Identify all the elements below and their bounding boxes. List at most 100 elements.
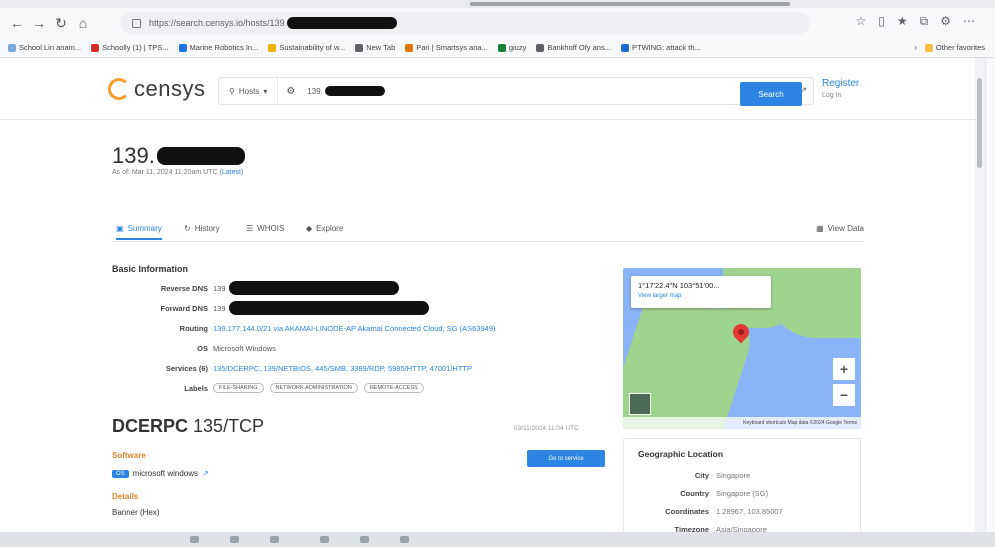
collections-icon[interactable]: ⧉ bbox=[920, 14, 929, 29]
taskbar-app-icon[interactable] bbox=[320, 536, 329, 543]
data-icon: ▦ bbox=[816, 224, 824, 233]
page-scrollbar[interactable] bbox=[975, 58, 985, 532]
scope-select[interactable]: ⚲ Hosts ▾ bbox=[219, 78, 279, 104]
search-input[interactable]: 139. bbox=[303, 86, 385, 96]
address-row: ← → ↻ ⌂ https://search.censys.io/hosts/1… bbox=[0, 8, 995, 38]
taskbar bbox=[0, 532, 995, 547]
map-info-card: 1°17'22.4"N 103°51'00... View larger map bbox=[631, 276, 771, 308]
chevron-right-icon[interactable]: › bbox=[914, 43, 917, 52]
bookmark-label: Marine Robotics In... bbox=[189, 43, 259, 52]
taskbar-app-icon[interactable] bbox=[190, 536, 199, 543]
search-button[interactable]: Search bbox=[740, 82, 802, 106]
taskbar-app-icon[interactable] bbox=[270, 536, 279, 543]
satellite-toggle[interactable] bbox=[629, 393, 651, 415]
country-value: Singapore (SG) bbox=[716, 489, 769, 498]
labels-row: Labels FILE-SHARING NETWORK.ADMINISTRATI… bbox=[112, 381, 602, 395]
bookmark-item[interactable]: Pari | Smartsys ana... bbox=[405, 43, 488, 52]
extensions-icon[interactable]: ⚙ bbox=[940, 14, 951, 29]
reload-icon[interactable]: ↻ bbox=[50, 12, 72, 34]
forward-dns-label: Forward DNS bbox=[160, 303, 208, 313]
redacted-block bbox=[156, 147, 245, 165]
taskbar-app-icon[interactable] bbox=[230, 536, 239, 543]
bookmark-item[interactable]: Sustainability of w... bbox=[268, 43, 345, 52]
forward-arrow-icon[interactable]: → bbox=[28, 12, 50, 34]
coordinates-label: Coordinates bbox=[665, 507, 709, 516]
settings-icon[interactable]: ⚙ bbox=[278, 86, 303, 97]
ip-prefix: 139. bbox=[112, 143, 155, 168]
bookmark-favicon-icon bbox=[178, 43, 187, 52]
bookmark-label: Pari | Smartsys ana... bbox=[416, 43, 488, 52]
other-favorites[interactable]: Other favorites bbox=[924, 43, 985, 52]
banner-label: Banner (Hex) bbox=[112, 508, 160, 517]
tab-explore[interactable]: ◆ Explore bbox=[306, 224, 343, 233]
home-icon[interactable]: ⌂ bbox=[72, 12, 94, 34]
bookmark-item[interactable]: Bankhoff Ofy ans... bbox=[536, 43, 611, 52]
bookmark-favicon-icon bbox=[91, 43, 100, 52]
routing-value[interactable]: 139.177.144.0/21 via AKAMAI-LINODE-AP Ak… bbox=[213, 324, 496, 333]
back-arrow-icon[interactable]: ← bbox=[6, 12, 28, 34]
view-data-button[interactable]: ▦ View Data bbox=[816, 224, 864, 233]
geo-row: Coordinates 1.28967, 103.85007 bbox=[624, 507, 862, 521]
reverse-dns-label: Reverse DNS bbox=[160, 283, 208, 293]
location-map[interactable]: 1°17'22.4"N 103°51'00... View larger map… bbox=[623, 268, 861, 429]
bookmark-item[interactable]: PTWING: attack th... bbox=[620, 43, 701, 52]
forward-dns-prefix: 139 bbox=[213, 303, 226, 313]
tab-summary[interactable]: ▣ Summary bbox=[116, 224, 162, 240]
services-row: Services (6) 135/DCERPC, 139/NETBIOS, 44… bbox=[112, 361, 602, 375]
scope-label: Hosts bbox=[238, 86, 260, 96]
bookmark-item[interactable]: School Lin anam... bbox=[8, 43, 81, 52]
software-label: Software bbox=[112, 451, 146, 460]
bookmark-item[interactable]: Marine Robotics In... bbox=[178, 43, 259, 52]
censys-logo-icon bbox=[108, 78, 130, 100]
register-link[interactable]: Register bbox=[822, 78, 859, 89]
software-row: OS microsoft windows ↗ bbox=[112, 469, 209, 478]
tab-strip bbox=[0, 0, 995, 8]
favorites-icon[interactable]: ★ bbox=[897, 14, 908, 29]
taskbar-app-icon[interactable] bbox=[360, 536, 369, 543]
zoom-out-button[interactable]: − bbox=[833, 384, 855, 406]
label-pill[interactable]: NETWORK.ADMINISTRATION bbox=[269, 383, 358, 393]
forward-dns-value: 139 bbox=[213, 301, 429, 315]
bookmark-item[interactable]: giuzy bbox=[497, 43, 526, 52]
host-tabs: ▣ Summary ↻ History ☰ WHOIS ◆ Explore ▦ View … bbox=[112, 220, 864, 242]
lock-icon bbox=[132, 18, 141, 28]
address-bar[interactable]: https://search.censys.io/hosts/139 bbox=[120, 12, 810, 34]
more-icon[interactable]: ⋯ bbox=[963, 14, 975, 29]
zoom-in-button[interactable]: + bbox=[833, 358, 855, 380]
tab-whois[interactable]: ☰ WHOIS bbox=[246, 224, 284, 233]
bookmark-favicon-icon bbox=[8, 43, 16, 52]
scroll-thumb[interactable] bbox=[977, 78, 982, 168]
taskbar-app-icon[interactable] bbox=[400, 536, 409, 543]
bookmark-favicon-icon bbox=[620, 43, 629, 52]
external-link-icon[interactable]: ↗ bbox=[202, 469, 209, 478]
login-link[interactable]: Log In bbox=[822, 92, 841, 99]
bookmark-favicon-icon bbox=[355, 43, 364, 52]
redacted-block bbox=[228, 281, 399, 295]
latest-link[interactable]: Latest bbox=[222, 169, 241, 176]
routing-label: Routing bbox=[179, 323, 208, 333]
software-value[interactable]: microsoft windows bbox=[133, 469, 198, 478]
label-pill[interactable]: FILE-SHARING bbox=[213, 383, 264, 393]
other-favorites-label: Other favorites bbox=[935, 43, 985, 52]
reverse-dns-prefix: 139 bbox=[213, 283, 226, 293]
browser-side-rail bbox=[985, 58, 995, 532]
bookmark-favicon-icon bbox=[536, 43, 545, 52]
label-pill[interactable]: REMOTE-ACCESS bbox=[363, 383, 424, 393]
search-bar: ⚲ Hosts ▾ ⚙ 139. ✕ ↗ bbox=[218, 77, 814, 105]
tab-history[interactable]: ↻ History bbox=[184, 224, 220, 233]
split-icon[interactable]: ▯ bbox=[878, 14, 885, 29]
star-icon[interactable]: ☆ bbox=[856, 14, 867, 29]
page-title: 139. bbox=[112, 143, 245, 169]
services-value[interactable]: 135/DCERPC, 139/NETBIOS, 445/SMB, 3389/R… bbox=[213, 364, 472, 373]
censys-logo[interactable]: censys bbox=[108, 76, 205, 102]
routing-row: Routing 139.177.144.0/21 via AKAMAI-LINO… bbox=[112, 321, 602, 335]
service-name: DCERPC bbox=[112, 416, 189, 436]
go-to-service-button[interactable]: Go to service bbox=[527, 450, 605, 467]
bookmark-item[interactable]: Schoolly (1) | TPS... bbox=[91, 43, 169, 52]
geo-location-card: Geographic Location City Singapore Countr… bbox=[623, 438, 861, 538]
larger-map-link[interactable]: View larger map bbox=[638, 293, 764, 299]
blurred-tab[interactable] bbox=[470, 2, 790, 6]
city-label: City bbox=[694, 471, 709, 480]
bookmark-item[interactable]: New Tab bbox=[355, 43, 395, 52]
bookmarks-bar: School Lin anam... Schoolly (1) | TPS...… bbox=[0, 38, 995, 58]
